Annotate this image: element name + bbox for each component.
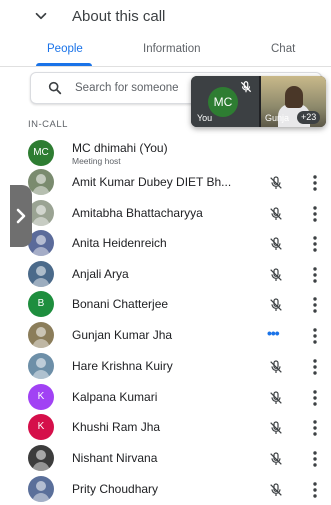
participant-avatar: [28, 353, 54, 379]
mic-off-icon: [268, 297, 284, 313]
participant-name: Kalpana Kumari: [72, 390, 158, 404]
participant-avatar: [28, 169, 54, 195]
more-options-icon[interactable]: [310, 235, 320, 253]
participant-avatar: [28, 261, 54, 287]
more-options-icon[interactable]: [310, 481, 320, 499]
participant-row[interactable]: Anita Heidenreich: [0, 229, 331, 259]
participant-avatar: MC: [28, 140, 54, 166]
participant-name: Khushi Ram Jha: [72, 420, 161, 434]
participant-row[interactable]: Nishant Nirvana: [0, 444, 331, 474]
chevron-right-icon: [16, 208, 26, 224]
participant-name: Amit Kumar Dubey DIET Bh...: [72, 175, 232, 189]
participant-row[interactable]: Amitabha Bhattacharyya: [0, 199, 331, 229]
video-preview[interactable]: MC You Gunja +23: [191, 76, 326, 127]
more-options-icon[interactable]: [310, 419, 320, 437]
mic-off-icon: [240, 81, 252, 93]
tab-information[interactable]: Information: [143, 43, 201, 55]
participant-name: MC dhimahi (You): [72, 141, 168, 155]
mic-off-icon: [268, 482, 284, 498]
section-heading: IN-CALL: [28, 119, 68, 130]
participant-video-tile: Gunja +23: [261, 76, 326, 127]
participant-avatar: K: [28, 384, 54, 410]
participant-video-head: [285, 86, 303, 108]
participant-row[interactable]: B Bonani Chatterjee: [0, 290, 331, 320]
more-options-icon[interactable]: [310, 358, 320, 376]
participant-video-name: Gunja: [265, 113, 290, 123]
search-icon: [48, 81, 62, 95]
chevron-down-icon[interactable]: [32, 7, 50, 25]
more-options-icon[interactable]: [310, 450, 320, 468]
participant-row[interactable]: Hare Krishna Kuiry: [0, 352, 331, 382]
participant-row[interactable]: Prity Choudhary: [0, 475, 331, 505]
tab-bar: People Information Chat: [0, 36, 331, 67]
mic-off-icon: [268, 420, 284, 436]
participant-name: Prity Choudhary: [72, 482, 159, 496]
mic-off-icon: [268, 175, 284, 191]
participant-avatar: [28, 322, 54, 348]
more-options-icon[interactable]: [310, 174, 320, 192]
participant-name: Anjali Arya: [72, 267, 129, 281]
participant-role: Meeting host: [72, 156, 121, 166]
participant-avatar: [28, 476, 54, 502]
participant-row[interactable]: Anjali Arya: [0, 260, 331, 290]
more-options-icon[interactable]: [310, 205, 320, 223]
call-details-header: About this call: [0, 0, 331, 36]
panel-title: About this call: [72, 8, 166, 25]
participant-row[interactable]: Gunjan Kumar Jha •••: [0, 321, 331, 351]
self-avatar: MC: [208, 87, 238, 117]
speaking-indicator-icon: •••: [267, 325, 280, 341]
more-options-icon[interactable]: [310, 327, 320, 345]
participant-name: Gunjan Kumar Jha: [72, 328, 173, 342]
participant-name: Hare Krishna Kuiry: [72, 359, 173, 373]
side-panel-handle[interactable]: [10, 185, 32, 247]
more-options-icon[interactable]: [310, 389, 320, 407]
mic-off-icon: [268, 451, 284, 467]
participant-avatar: K: [28, 414, 54, 440]
participant-avatar: B: [28, 291, 54, 317]
participant-name: Amitabha Bhattacharyya: [72, 206, 203, 220]
more-options-icon[interactable]: [310, 266, 320, 284]
extra-participants-badge: +23: [297, 111, 321, 124]
tab-chat[interactable]: Chat: [271, 43, 295, 55]
participant-name: Bonani Chatterjee: [72, 297, 169, 311]
participant-row[interactable]: K Khushi Ram Jha: [0, 413, 331, 443]
tab-people[interactable]: People: [47, 43, 83, 55]
more-options-icon[interactable]: [310, 296, 320, 314]
mic-off-icon: [268, 206, 284, 222]
mic-off-icon: [268, 390, 284, 406]
participant-name: Nishant Nirvana: [72, 451, 158, 465]
participant-avatar: [28, 445, 54, 471]
participant-row[interactable]: K Kalpana Kumari: [0, 383, 331, 413]
mic-off-icon: [268, 267, 284, 283]
mic-off-icon: [268, 359, 284, 375]
active-tab-indicator: [36, 63, 92, 66]
participant-row[interactable]: Amit Kumar Dubey DIET Bh...: [0, 168, 331, 198]
self-label: You: [197, 113, 213, 123]
participant-name: Anita Heidenreich: [72, 236, 167, 250]
mic-off-icon: [268, 236, 284, 252]
participant-row[interactable]: MC MC dhimahi (You) Meeting host: [0, 139, 331, 169]
self-video-tile: MC You: [191, 76, 259, 127]
